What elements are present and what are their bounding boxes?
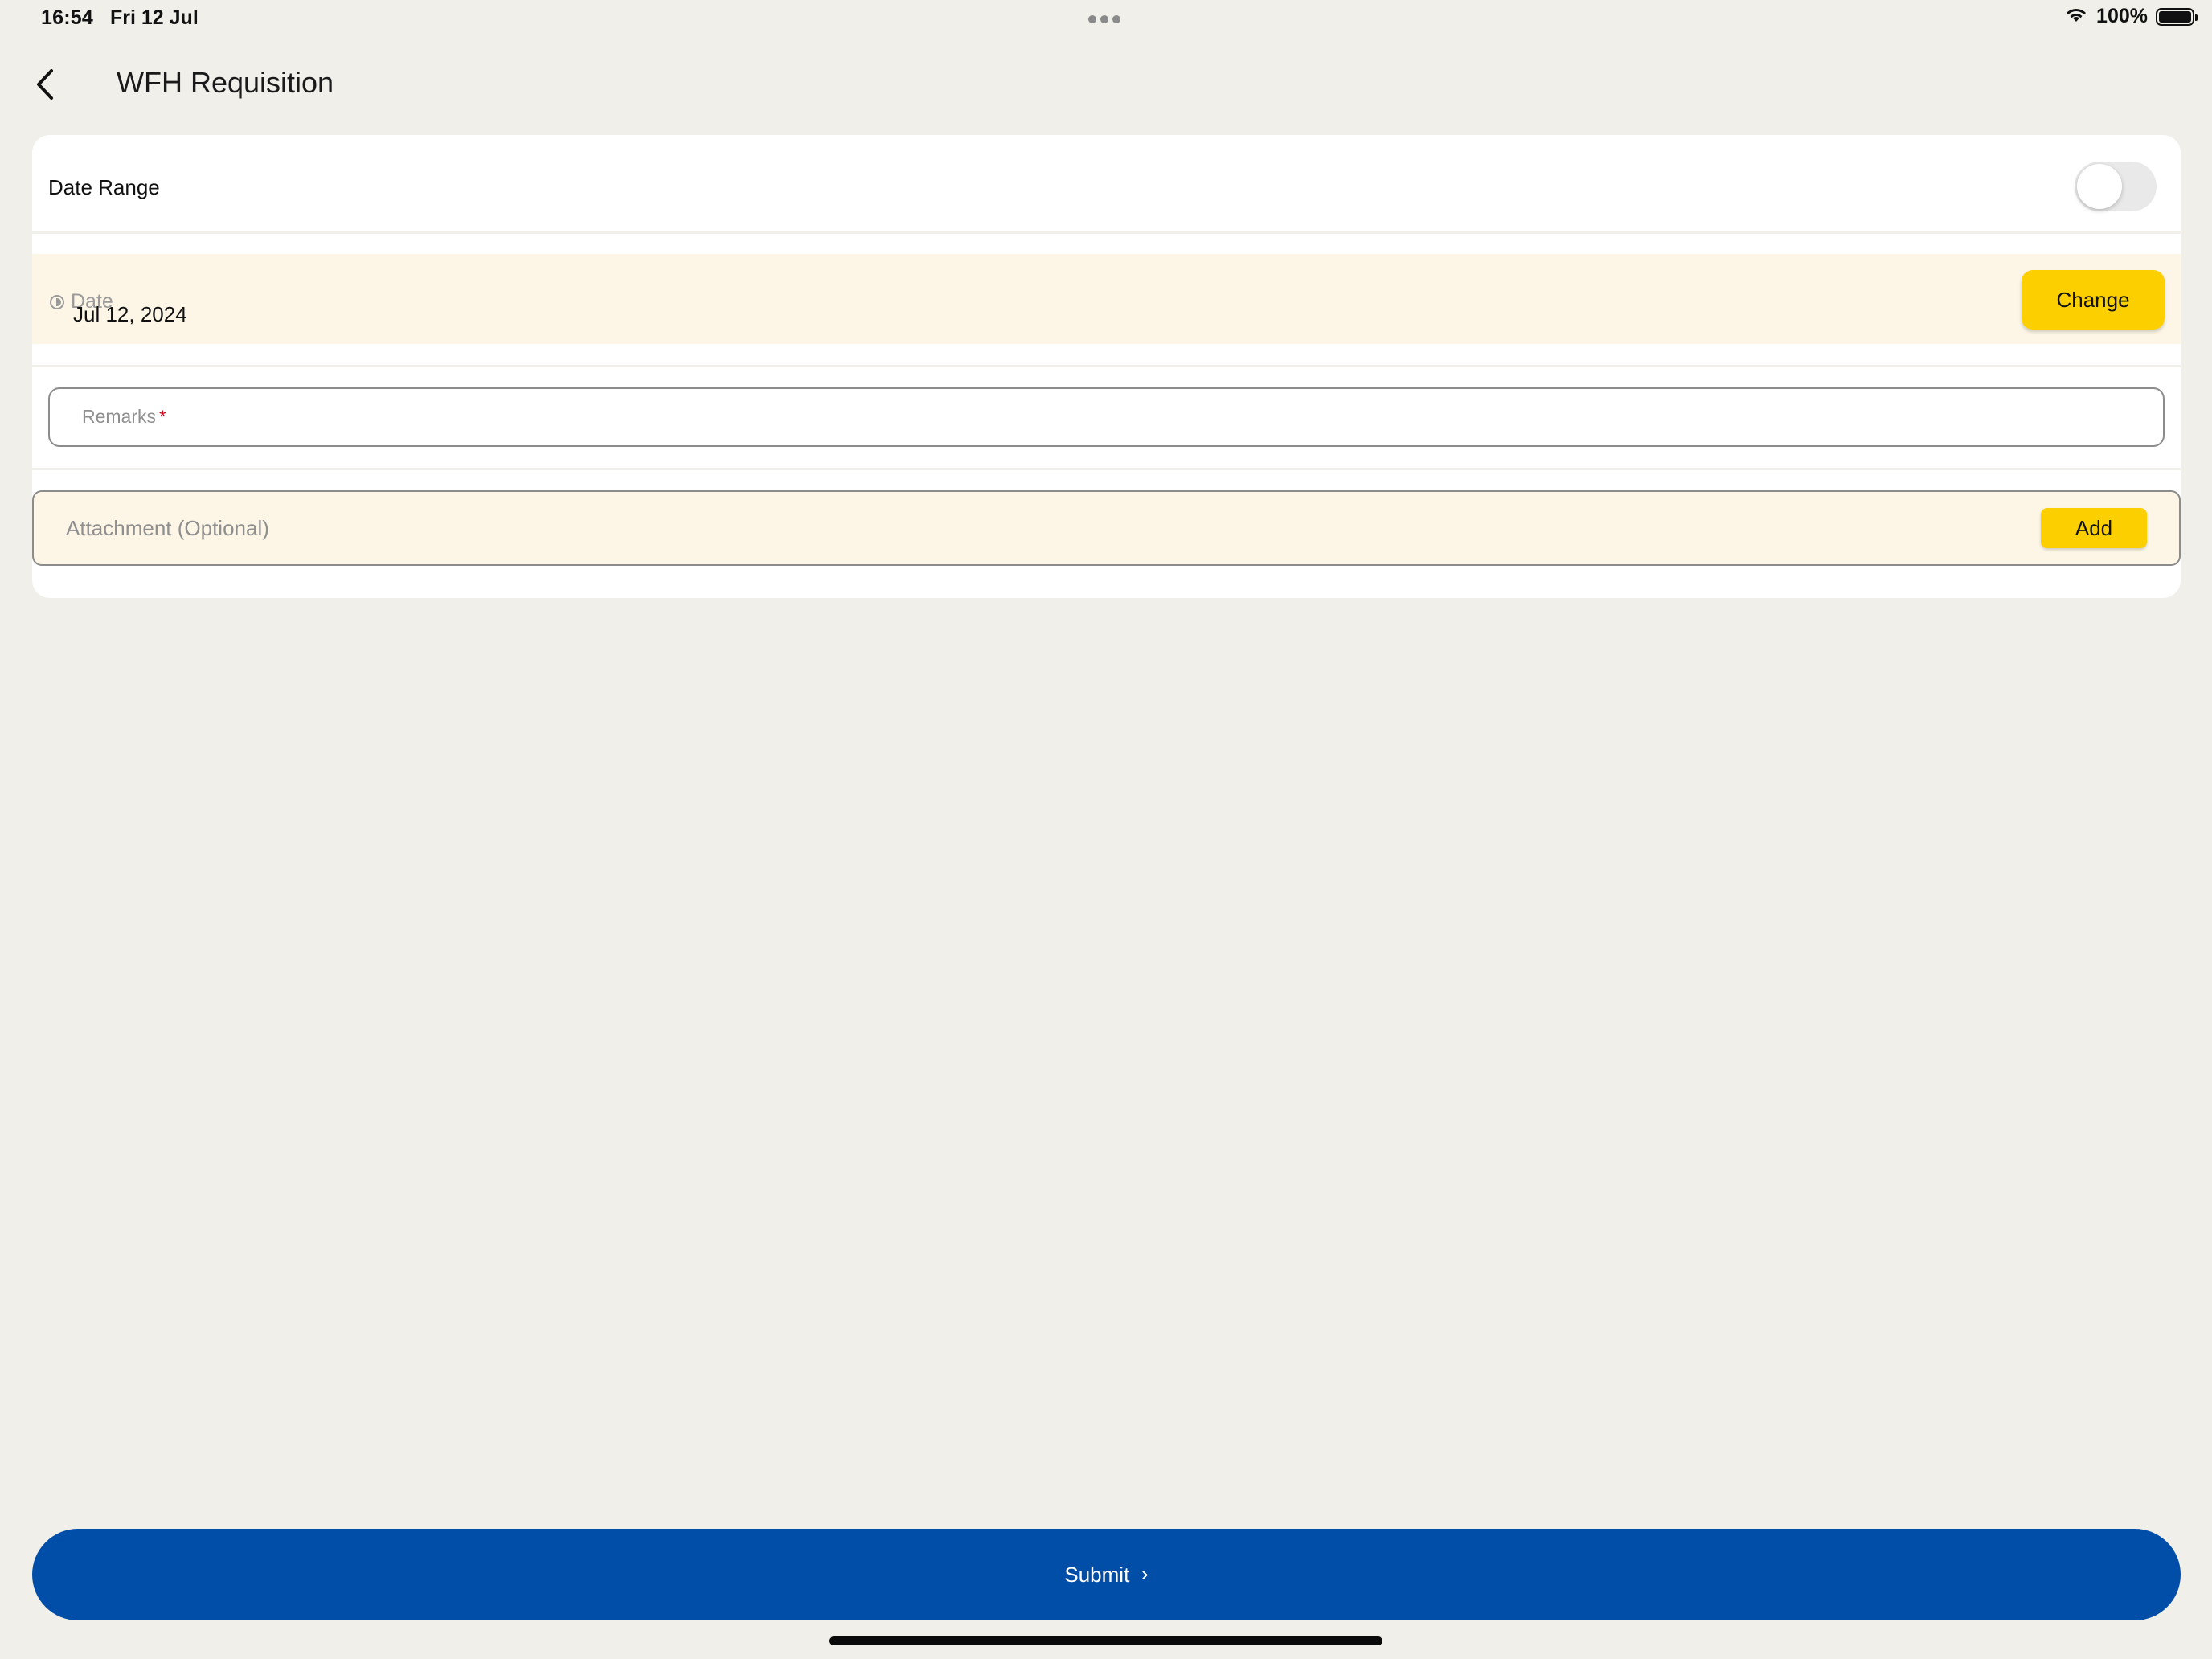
form-card: Date Range Date Jul 12, 2024 Change Rema…	[32, 135, 2181, 598]
clock-icon	[50, 294, 64, 309]
toggle-knob	[2077, 164, 2122, 209]
divider	[32, 365, 2181, 367]
back-button[interactable]	[24, 63, 68, 106]
navigation-header: WFH Requisition	[0, 51, 2212, 116]
page-title: WFH Requisition	[117, 66, 334, 99]
required-marker: *	[159, 407, 166, 427]
back-chevron-icon	[37, 69, 53, 100]
date-row	[32, 254, 2181, 344]
wifi-icon	[2064, 5, 2088, 28]
date-range-row: Date Range	[32, 135, 2181, 231]
change-date-button[interactable]: Change	[2022, 270, 2165, 330]
date-range-label: Date Range	[48, 175, 160, 199]
status-date: Fri 12 Jul	[110, 6, 199, 29]
home-indicator[interactable]	[830, 1636, 1382, 1645]
divider	[32, 468, 2181, 470]
status-indicators: 100%	[2064, 5, 2198, 28]
submit-button[interactable]: Submit ›	[32, 1529, 2181, 1620]
status-bar: 16:54 Fri 12 Jul 100%	[0, 0, 2212, 39]
status-time: 16:54	[41, 6, 93, 29]
attachment-label: Attachment (Optional)	[66, 516, 269, 540]
add-attachment-button[interactable]: Add	[2041, 508, 2147, 548]
chevron-right-icon: ›	[1141, 1561, 1149, 1586]
battery-icon	[2156, 7, 2198, 26]
divider	[32, 231, 2181, 234]
remarks-label: Remarks *	[82, 406, 166, 427]
multitasking-dots-icon[interactable]	[1088, 15, 1120, 23]
date-value: Jul 12, 2024	[73, 302, 187, 326]
battery-percentage: 100%	[2096, 5, 2148, 27]
submit-label: Submit	[1064, 1562, 1130, 1587]
remarks-input[interactable]: Remarks *	[48, 387, 2165, 447]
date-range-toggle[interactable]	[2075, 162, 2157, 211]
attachment-field: Attachment (Optional) Add	[32, 490, 2181, 566]
